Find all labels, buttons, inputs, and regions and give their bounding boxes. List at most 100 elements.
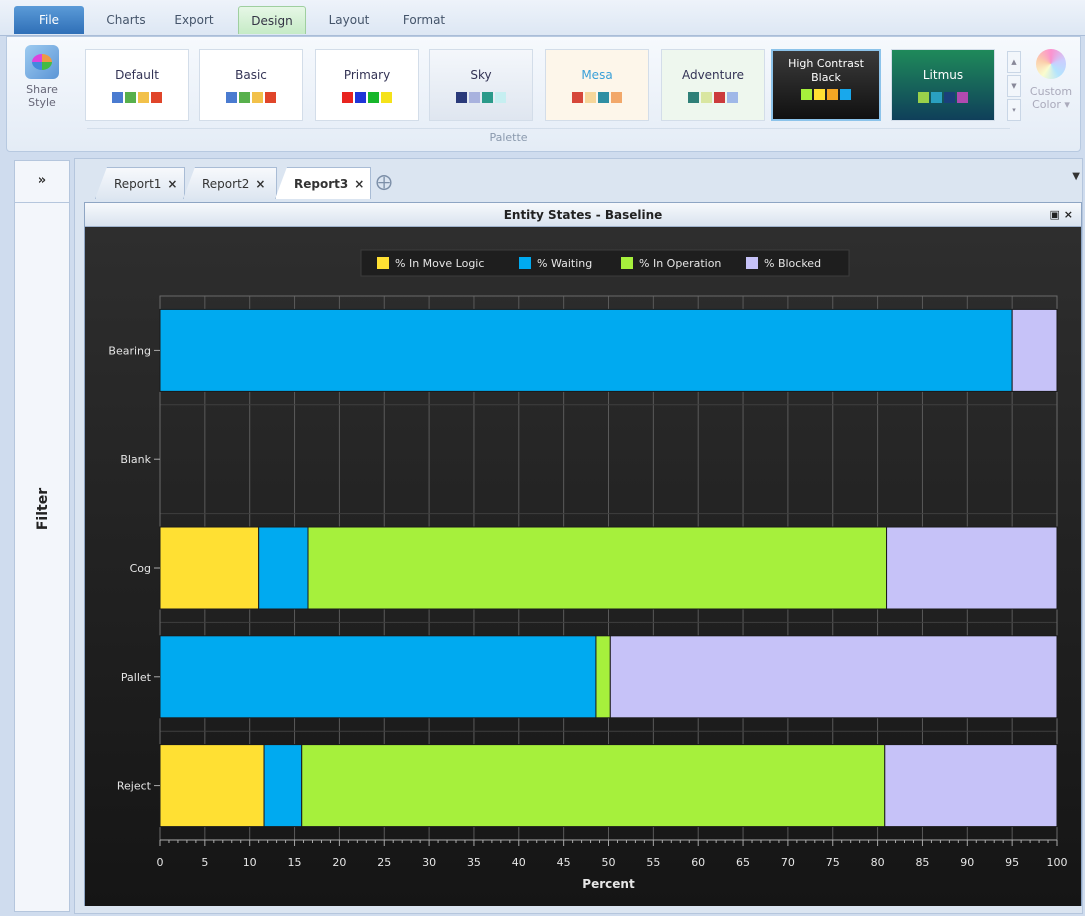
- palette-name: Basic: [235, 68, 267, 82]
- palette-scroller[interactable]: ▲ ▼ ▾: [1007, 51, 1021, 121]
- tab-report3[interactable]: Report3 ×: [275, 167, 371, 199]
- palette-swatches: [200, 92, 302, 103]
- color-swatch: [918, 92, 929, 103]
- bar-segment: [609, 635, 1058, 719]
- ribbon-panel: Share Style Default Basic Primary Sky Mesa Ad…: [6, 36, 1081, 152]
- color-swatch: [701, 92, 712, 103]
- bar-segment: [595, 635, 611, 719]
- palette-mesa[interactable]: Mesa: [545, 49, 649, 121]
- custom-color-button[interactable]: Custom Color ▾: [1025, 47, 1077, 127]
- close-icon[interactable]: ×: [255, 177, 265, 191]
- legend-label: % In Operation: [639, 257, 721, 270]
- custom-color-label: Custom Color ▾: [1029, 85, 1073, 111]
- tab-charts[interactable]: Charts: [96, 6, 156, 34]
- x-axis-title: Percent: [582, 877, 635, 891]
- palette-swatches: [430, 92, 532, 103]
- color-swatch: [801, 89, 812, 100]
- tab-design[interactable]: Design: [238, 6, 306, 34]
- close-icon[interactable]: ×: [354, 177, 364, 191]
- color-swatch: [125, 92, 136, 103]
- palette-swatches: [316, 92, 418, 103]
- filter-panel: » Filter: [14, 160, 70, 912]
- tab-report2[interactable]: Report2 ×: [183, 167, 277, 199]
- color-swatch: [456, 92, 467, 103]
- x-tick-label: 65: [736, 856, 750, 869]
- tab-file[interactable]: File: [14, 6, 84, 34]
- color-swatch: [688, 92, 699, 103]
- x-tick-label: 95: [1005, 856, 1019, 869]
- color-swatch: [957, 92, 968, 103]
- add-tab-icon[interactable]: ⨁: [373, 171, 395, 193]
- palette-sky[interactable]: Sky: [429, 49, 533, 121]
- y-tick-label: Bearing: [108, 344, 151, 357]
- share-style-label: Share Style: [26, 83, 58, 109]
- x-tick-label: 25: [377, 856, 391, 869]
- tab-menu-icon[interactable]: ▼: [1072, 171, 1080, 182]
- bar-segment: [263, 744, 303, 828]
- palette-icon: [25, 45, 59, 79]
- color-swatch: [252, 92, 263, 103]
- color-swatch: [572, 92, 583, 103]
- group-divider: [87, 128, 1010, 129]
- tab-export[interactable]: Export: [164, 6, 224, 34]
- legend-swatch: [377, 257, 389, 269]
- color-swatch: [355, 92, 366, 103]
- expand-filter-button[interactable]: »: [15, 161, 69, 203]
- palette-swatches: [892, 92, 994, 103]
- color-swatch: [265, 92, 276, 103]
- palette-name: Adventure: [681, 68, 745, 82]
- palette-group-label: Palette: [489, 131, 528, 144]
- color-swatch: [840, 89, 851, 100]
- legend-label: % In Move Logic: [395, 257, 484, 270]
- color-swatch: [714, 92, 725, 103]
- palette-swatches: [773, 89, 879, 100]
- bar-segment: [1011, 308, 1058, 392]
- chart-window: Entity States - Baseline ▣ × % In Move L…: [84, 202, 1082, 906]
- bar-segment: [159, 744, 265, 828]
- tab-layout[interactable]: Layout: [318, 6, 380, 34]
- tab-label: Report2: [202, 177, 250, 191]
- y-tick-label: Pallet: [121, 671, 152, 684]
- filter-label[interactable]: Filter: [35, 481, 51, 537]
- share-style-button[interactable]: Share Style: [13, 43, 71, 131]
- x-tick-label: 75: [826, 856, 840, 869]
- bar-segment: [159, 635, 597, 719]
- color-swatch: [482, 92, 493, 103]
- x-tick-label: 10: [243, 856, 257, 869]
- x-tick-label: 40: [512, 856, 526, 869]
- scroll-down-icon[interactable]: ▼: [1007, 75, 1021, 97]
- color-swatch: [495, 92, 506, 103]
- x-tick-label: 60: [691, 856, 705, 869]
- x-tick-label: 35: [467, 856, 481, 869]
- palette-high-contrast-black[interactable]: High Contrast Black: [771, 49, 881, 121]
- bar-segment: [307, 526, 888, 610]
- bar-segment: [159, 526, 260, 610]
- color-swatch: [585, 92, 596, 103]
- palette-litmus[interactable]: Litmus: [891, 49, 995, 121]
- legend-label: % Waiting: [537, 257, 592, 270]
- palette-swatches: [662, 92, 764, 103]
- color-swatch: [138, 92, 149, 103]
- window-buttons[interactable]: ▣ ×: [1050, 203, 1073, 227]
- x-tick-label: 45: [557, 856, 571, 869]
- palette-name: Litmus: [922, 68, 964, 82]
- color-swatch: [151, 92, 162, 103]
- color-swatch: [944, 92, 955, 103]
- x-tick-label: 100: [1047, 856, 1068, 869]
- tab-report1[interactable]: Report1 ×: [95, 167, 185, 199]
- legend-swatch: [621, 257, 633, 269]
- bar-segment: [886, 526, 1058, 610]
- close-icon[interactable]: ×: [167, 177, 177, 191]
- color-swatch: [827, 89, 838, 100]
- x-tick-label: 80: [871, 856, 885, 869]
- palette-basic[interactable]: Basic: [199, 49, 303, 121]
- palette-default[interactable]: Default: [85, 49, 189, 121]
- x-tick-label: 20: [332, 856, 346, 869]
- tab-format[interactable]: Format: [392, 6, 456, 34]
- palette-primary[interactable]: Primary: [315, 49, 419, 121]
- palette-name: Mesa: [581, 68, 613, 82]
- scroll-up-icon[interactable]: ▲: [1007, 51, 1021, 73]
- palette-adventure[interactable]: Adventure: [661, 49, 765, 121]
- color-swatch: [226, 92, 237, 103]
- expand-gallery-icon[interactable]: ▾: [1007, 99, 1021, 121]
